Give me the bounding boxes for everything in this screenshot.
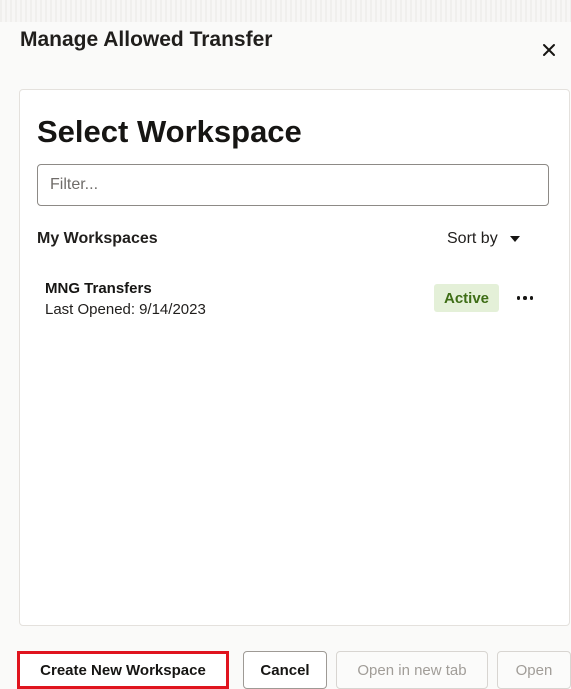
workspace-panel: Select Workspace My Workspaces Sort by M… [19,89,570,626]
panel-title: Select Workspace [37,114,302,149]
workspace-list-item[interactable]: MNG Transfers Last Opened: 9/14/2023 Acti… [30,274,560,324]
workspace-name: MNG Transfers [45,280,152,297]
more-dot-icon [529,296,534,300]
section-label-my-workspaces: My Workspaces [37,230,158,247]
open-button[interactable]: Open [497,651,571,689]
open-in-new-tab-button[interactable]: Open in new tab [336,651,488,689]
close-button[interactable] [535,36,563,64]
create-new-workspace-button[interactable]: Create New Workspace [17,651,229,689]
more-dot-icon [523,296,527,300]
cancel-button[interactable]: Cancel [243,651,327,689]
workspace-last-opened: Last Opened: 9/14/2023 [45,301,206,318]
sort-by-label: Sort by [447,230,498,247]
more-actions-button[interactable] [511,284,539,312]
more-dot-icon [516,296,521,300]
background-strip [0,0,571,22]
last-opened-label: Last Opened: [45,301,136,318]
close-icon [543,44,555,56]
filter-input[interactable] [37,164,549,206]
page: Manage Allowed Transfer Select Workspace… [0,0,571,689]
dialog-title: Manage Allowed Transfer [20,28,273,51]
status-badge: Active [434,284,499,312]
sort-by-dropdown[interactable]: Sort by [447,230,520,248]
caret-down-icon [509,236,520,242]
last-opened-value: 9/14/2023 [139,301,206,318]
